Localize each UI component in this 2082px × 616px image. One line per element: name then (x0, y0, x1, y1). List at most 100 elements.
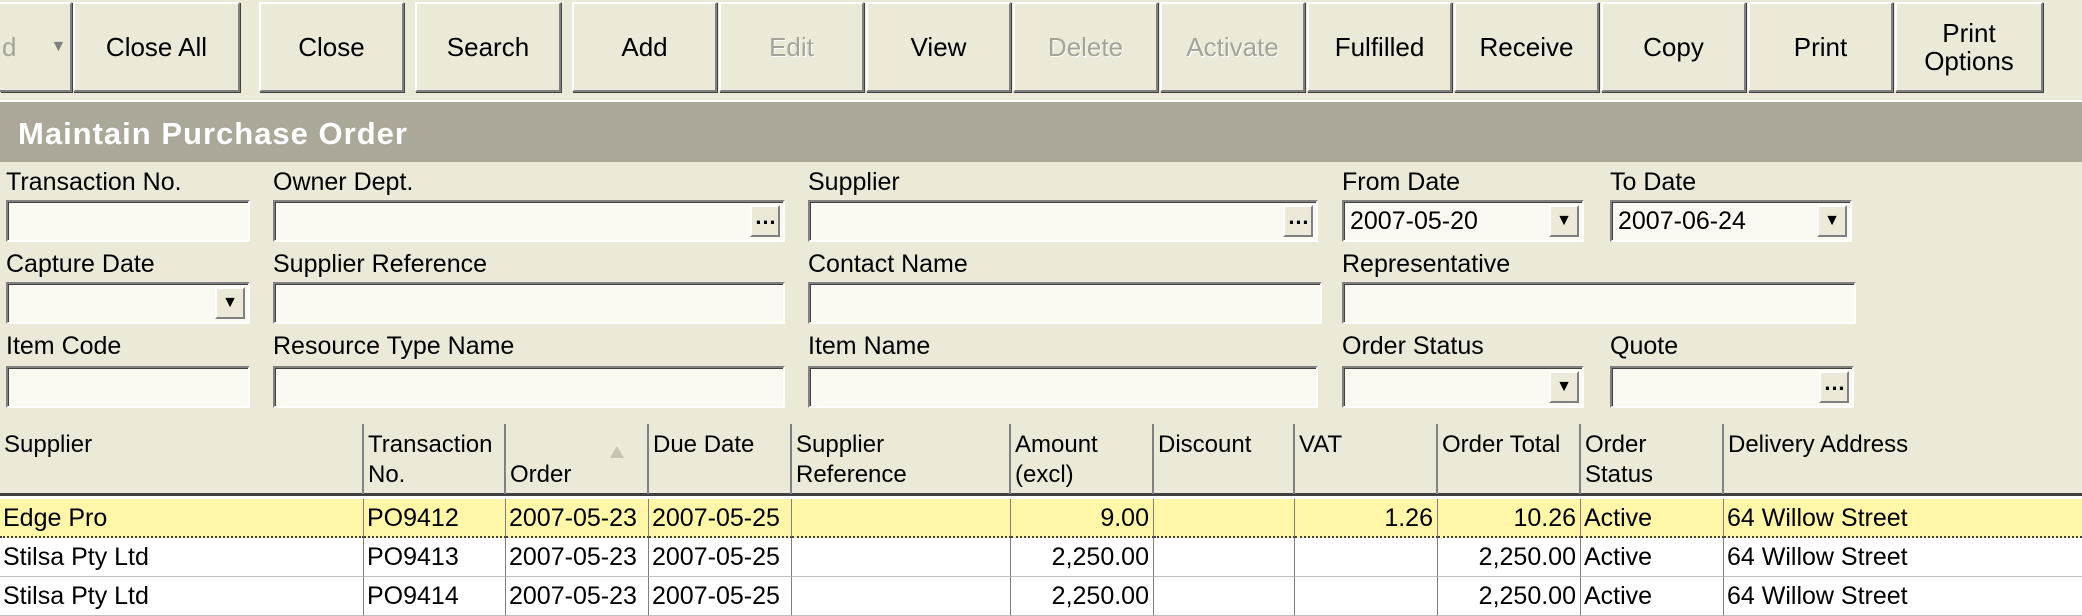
quote-label: Quote (1610, 332, 1679, 360)
supplier-lookup-button[interactable]: … (1283, 205, 1313, 237)
table-row-selected[interactable]: Edge Pro PO9412 2007-05-23 2007-05-25 9.… (0, 499, 2082, 538)
column-header-order-status[interactable]: Order Status (1581, 424, 1724, 494)
column-header-amount-excl[interactable]: Amount (excl) (1011, 424, 1154, 494)
title-band: Maintain Purchase Order (0, 102, 2082, 162)
representative-label: Representative (1342, 250, 1511, 278)
to-date-label: To Date (1610, 168, 1697, 196)
cell-supplier-reference (792, 538, 1011, 577)
cell-amount-excl: 2,250.00 (1011, 538, 1154, 577)
column-header-discount[interactable]: Discount (1154, 424, 1295, 494)
cell-due-date: 2007-05-25 (649, 577, 792, 616)
supplier-label: Supplier (808, 168, 900, 196)
column-header-due-date[interactable]: Due Date (649, 424, 792, 494)
cell-discount (1154, 577, 1295, 616)
overflow-button-label: d (2, 32, 17, 62)
cell-due-date: 2007-05-25 (649, 538, 792, 577)
item-code-input[interactable] (6, 366, 250, 408)
from-date-picker[interactable]: 2007-05-20 ▼ (1342, 200, 1584, 242)
cell-supplier: Stilsa Pty Ltd (0, 577, 364, 616)
cell-vat (1295, 538, 1438, 577)
supplier-reference-label: Supplier Reference (273, 250, 488, 278)
cell-amount-excl: 2,250.00 (1011, 577, 1154, 616)
column-header-supplier-reference[interactable]: Supplier Reference (792, 424, 1011, 494)
item-code-label: Item Code (6, 332, 122, 360)
cell-order-date: 2007-05-23 (506, 577, 649, 616)
table-row[interactable]: Stilsa Pty Ltd PO9413 2007-05-23 2007-05… (0, 538, 2082, 577)
cell-supplier-reference (792, 577, 1011, 616)
grid-header: Supplier Transaction No. Order Date Due … (0, 424, 2082, 496)
chevron-down-icon: ▼ (1556, 378, 1572, 395)
purchase-order-grid: Supplier Transaction No. Order Date Due … (0, 424, 2082, 616)
cell-supplier: Stilsa Pty Ltd (0, 538, 364, 577)
column-header-supplier[interactable]: Supplier (0, 424, 364, 494)
delete-button[interactable]: Delete (1013, 2, 1158, 92)
print-button[interactable]: Print (1748, 2, 1893, 92)
supplier-input[interactable]: … (808, 200, 1318, 242)
cell-order-total: 10.26 (1438, 499, 1581, 538)
column-header-transaction-no[interactable]: Transaction No. (364, 424, 506, 494)
overflow-dropdown-button[interactable]: d ▼ (0, 2, 72, 92)
to-date-value: 2007-06-24 (1618, 207, 1746, 235)
order-status-select[interactable]: ▼ (1342, 366, 1584, 408)
view-button[interactable]: View (866, 2, 1011, 92)
item-name-input[interactable] (808, 366, 1318, 408)
transaction-no-label: Transaction No. (6, 168, 182, 196)
order-status-dropdown-button[interactable]: ▼ (1549, 371, 1579, 403)
receive-button[interactable]: Receive (1454, 2, 1599, 92)
cell-supplier: Edge Pro (0, 499, 364, 538)
quote-input[interactable]: … (1610, 366, 1854, 408)
close-button[interactable]: Close (259, 2, 404, 92)
print-options-button[interactable]: Print Options (1895, 2, 2043, 92)
cell-discount (1154, 499, 1295, 538)
cell-delivery-address: 64 Willow Street (1724, 499, 2082, 538)
chevron-down-icon: ▼ (1824, 212, 1840, 229)
resource-type-name-label: Resource Type Name (273, 332, 515, 360)
cell-order-total: 2,250.00 (1438, 577, 1581, 616)
column-header-delivery-address[interactable]: Delivery Address (1724, 424, 2082, 494)
cell-transaction-no: PO9414 (364, 577, 506, 616)
sort-ascending-icon (610, 446, 624, 458)
column-header-order-date[interactable]: Order Date (506, 424, 649, 494)
cell-due-date: 2007-05-25 (649, 499, 792, 538)
item-name-label: Item Name (808, 332, 931, 360)
cell-delivery-address: 64 Willow Street (1724, 577, 2082, 616)
owner-dept-lookup-button[interactable]: … (750, 205, 780, 237)
supplier-reference-input[interactable] (273, 282, 785, 324)
close-all-button[interactable]: Close All (73, 2, 240, 92)
transaction-no-input[interactable] (6, 200, 250, 242)
order-status-label: Order Status (1342, 332, 1484, 360)
cell-transaction-no: PO9412 (364, 499, 506, 538)
representative-input[interactable] (1342, 282, 1856, 324)
chevron-down-icon: ▼ (1556, 212, 1572, 229)
fulfilled-button[interactable]: Fulfilled (1307, 2, 1452, 92)
cell-supplier-reference (792, 499, 1011, 538)
from-date-dropdown-button[interactable]: ▼ (1549, 205, 1579, 237)
search-button[interactable]: Search (415, 2, 561, 92)
column-header-vat[interactable]: VAT (1295, 424, 1438, 494)
contact-name-input[interactable] (808, 282, 1322, 324)
to-date-dropdown-button[interactable]: ▼ (1817, 205, 1847, 237)
add-button[interactable]: Add (572, 2, 717, 92)
copy-button[interactable]: Copy (1601, 2, 1746, 92)
capture-date-dropdown-button[interactable]: ▼ (215, 287, 245, 319)
filter-form: Transaction No. Owner Dept. … Supplier …… (0, 162, 2082, 424)
cell-order-status: Active (1581, 538, 1724, 577)
cell-vat: 1.26 (1295, 499, 1438, 538)
capture-date-picker[interactable]: - - ▼ (6, 282, 250, 324)
edit-button[interactable]: Edit (719, 2, 864, 92)
activate-button[interactable]: Activate (1160, 2, 1305, 92)
resource-type-name-input[interactable] (273, 366, 785, 408)
column-header-order-total[interactable]: Order Total (1438, 424, 1581, 494)
cell-order-status: Active (1581, 577, 1724, 616)
table-row[interactable]: Stilsa Pty Ltd PO9414 2007-05-23 2007-05… (0, 577, 2082, 616)
to-date-picker[interactable]: 2007-06-24 ▼ (1610, 200, 1852, 242)
cell-discount (1154, 538, 1295, 577)
contact-name-label: Contact Name (808, 250, 968, 278)
cell-vat (1295, 577, 1438, 616)
quote-lookup-button[interactable]: … (1819, 371, 1849, 403)
chevron-down-icon: ▼ (222, 294, 238, 311)
owner-dept-input[interactable]: … (273, 200, 785, 242)
toolbar: d ▼ Close All Close Search Add Edit View… (0, 0, 2082, 100)
page-title: Maintain Purchase Order (18, 116, 408, 151)
cell-delivery-address: 64 Willow Street (1724, 538, 2082, 577)
